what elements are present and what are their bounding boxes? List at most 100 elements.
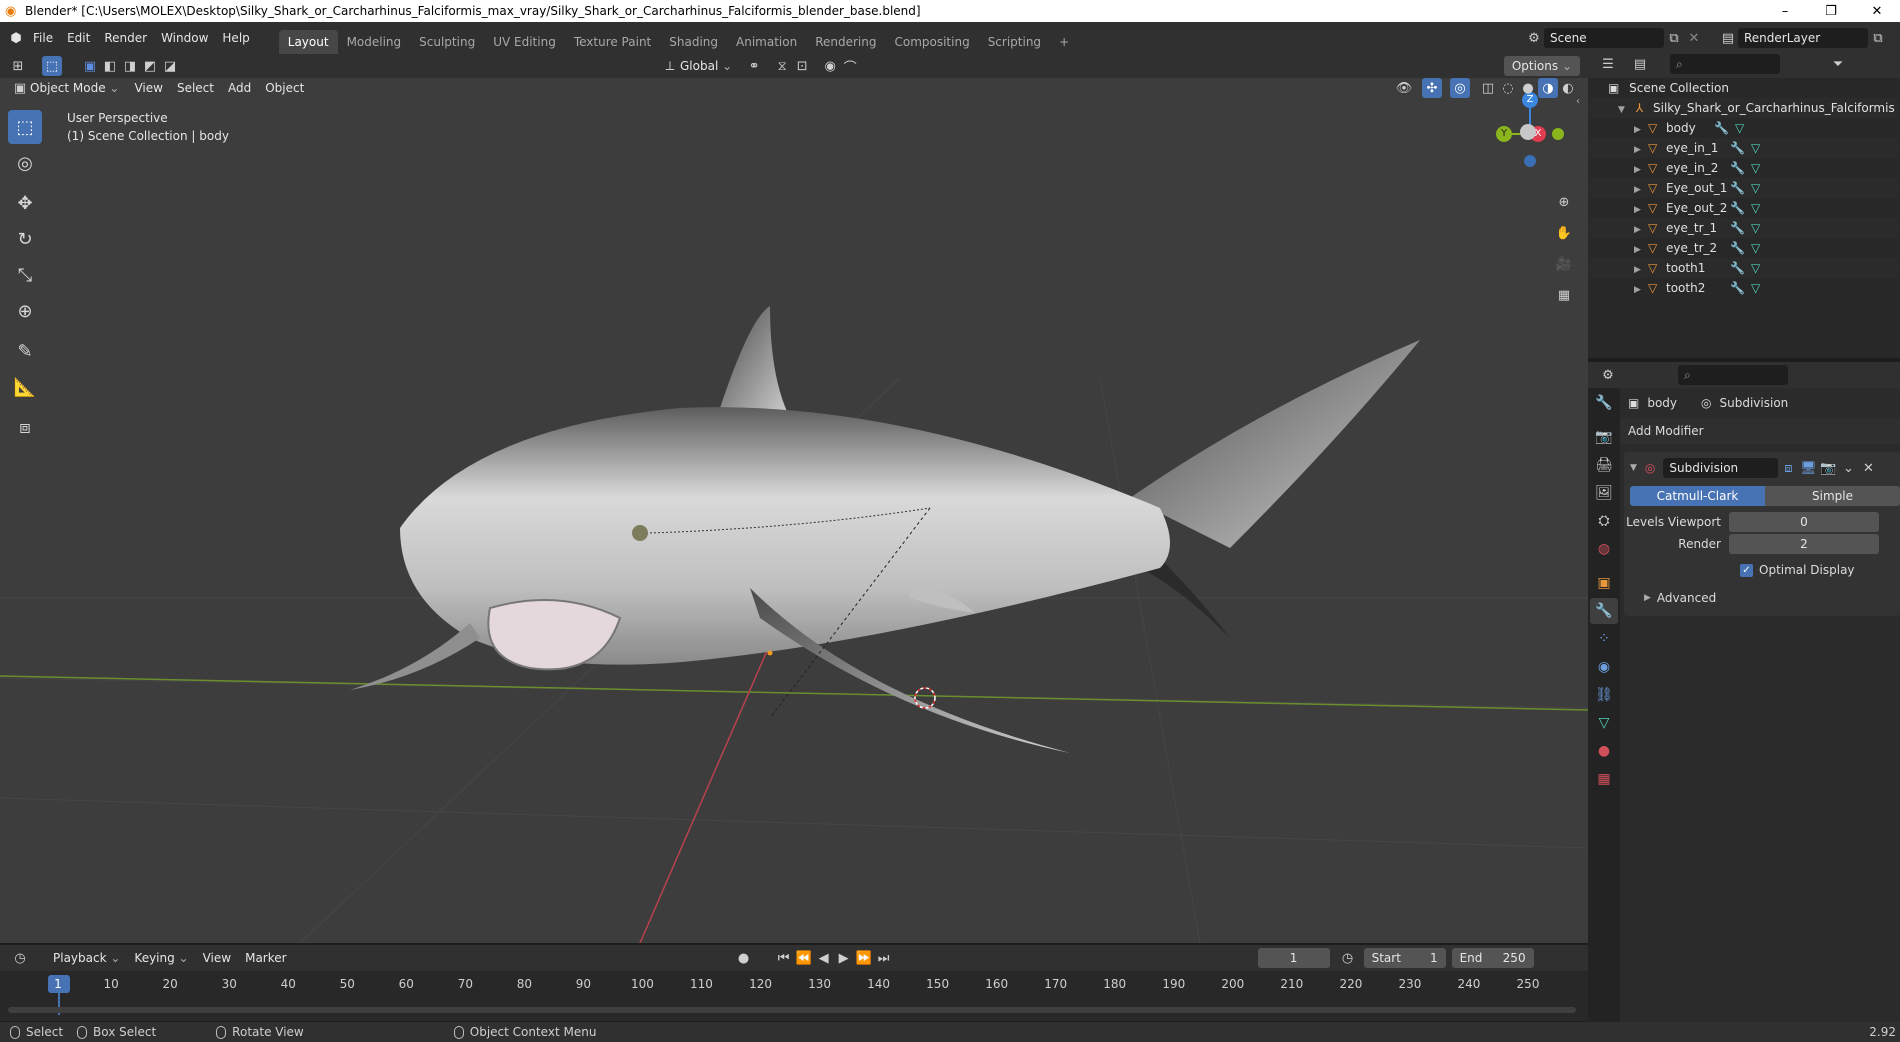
mesh-data-icon[interactable]: ▽ (1751, 181, 1760, 195)
outliner-root[interactable]: ▣ Scene Collection (1588, 78, 1900, 98)
modifier-name-field[interactable]: Subdivision (1663, 458, 1779, 478)
modifier-icon[interactable]: 🔧 (1730, 221, 1745, 235)
record-icon[interactable]: ● (734, 948, 754, 968)
snap-icon[interactable]: ⧖ (772, 56, 792, 76)
tab-rendering[interactable]: Rendering (806, 30, 885, 54)
mesh-data-icon[interactable]: ▽ (1751, 281, 1760, 295)
options-button[interactable]: Options (1503, 56, 1580, 76)
object-tab-icon[interactable]: ▣ (1590, 570, 1618, 596)
menu-marker[interactable]: Marker (238, 945, 293, 971)
menu-edit[interactable]: Edit (60, 22, 97, 54)
view-layer-tab-icon[interactable]: 🖼 (1590, 480, 1618, 506)
outliner-item[interactable]: ▶ ▽ tooth2 🔧 ▽ (1588, 278, 1900, 298)
navigation-gizmo[interactable]: Z Y X (1488, 90, 1568, 175)
mesh-data-icon[interactable]: ▽ (1751, 241, 1760, 255)
menu-timeline-view[interactable]: View (196, 945, 238, 971)
constraints-tab-icon[interactable]: ⛓ (1590, 682, 1618, 708)
orientation-dropdown[interactable]: Global (680, 59, 732, 73)
expand-arrow-icon[interactable]: ▶ (1634, 220, 1648, 240)
expand-arrow-icon[interactable]: ▶ (1634, 240, 1648, 260)
mesh-data-icon[interactable]: ▽ (1735, 121, 1744, 135)
outliner-search-input[interactable]: ⌕ (1670, 54, 1780, 74)
menu-help[interactable]: Help (215, 22, 256, 54)
object-origin[interactable] (767, 650, 773, 656)
solid-shading-icon[interactable]: ● (1518, 78, 1538, 98)
shark-model[interactable] (350, 306, 1420, 753)
select-box-new-icon[interactable]: ▣ (80, 56, 100, 76)
proportional-edit-icon[interactable]: ◉ (820, 56, 840, 76)
particles-tab-icon[interactable]: ⁘ (1590, 626, 1618, 652)
expand-arrow-icon[interactable]: ▶ (1634, 140, 1648, 160)
transform-tool[interactable]: ⊕ (8, 294, 42, 328)
timeline[interactable]: 1 10 20 30 40 50 60 70 80 90 100 110 120 130 140 150 160… (0, 971, 1588, 1021)
wireframe-shading-icon[interactable]: ◌ (1498, 78, 1518, 98)
clock-icon[interactable]: ◷ (1338, 948, 1358, 968)
jump-start-icon[interactable]: ⏮ (774, 948, 794, 968)
expand-arrow-icon[interactable]: ▶ (1634, 120, 1648, 140)
expand-arrow-icon[interactable]: ▶ (1634, 180, 1648, 200)
add-workspace-button[interactable]: + (1050, 30, 1078, 54)
outliner-item[interactable]: ▶ ▽ eye_in_2 🔧 ▽ (1588, 158, 1900, 178)
select-mode-icon[interactable]: ⬚ (42, 56, 62, 76)
tab-shading[interactable]: Shading (660, 30, 727, 54)
outliner-item[interactable]: ▶ ▽ Eye_out_2 🔧 ▽ (1588, 198, 1900, 218)
remove-modifier-icon[interactable]: ✕ (1858, 458, 1878, 478)
scale-tool[interactable]: ⤡ (8, 258, 42, 292)
menu-object[interactable]: Object (258, 78, 311, 98)
restore-button[interactable]: ❐ (1808, 4, 1854, 19)
simple-button[interactable]: Simple (1765, 486, 1900, 506)
properties-search-input[interactable]: ⌕ (1678, 365, 1788, 385)
mesh-data-icon[interactable]: ▽ (1751, 161, 1760, 175)
select-box-tool[interactable]: ⬚ (8, 110, 42, 144)
outliner-item[interactable]: ▶ ▽ tooth1 🔧 ▽ (1588, 258, 1900, 278)
optimal-display-checkbox[interactable]: ✓ (1740, 563, 1753, 577)
modifier-icon[interactable]: 🔧 (1730, 241, 1745, 255)
play-reverse-icon[interactable]: ◀ (814, 948, 834, 968)
tab-texture-paint[interactable]: Texture Paint (565, 30, 660, 54)
move-tool[interactable]: ✥ (8, 186, 42, 220)
jump-end-icon[interactable]: ⏭ (874, 948, 894, 968)
jump-keyframe-back-icon[interactable]: ⏪ (794, 948, 814, 968)
expand-arrow-icon[interactable]: ▶ (1634, 280, 1648, 300)
output-tab-icon[interactable]: 🖨 (1590, 452, 1618, 478)
tab-scripting[interactable]: Scripting (979, 30, 1050, 54)
data-tab-icon[interactable]: ▽ (1590, 710, 1618, 736)
menu-playback[interactable]: Playback (46, 945, 127, 971)
menu-select[interactable]: Select (170, 78, 221, 98)
modifier-icon[interactable]: 🔧 (1730, 161, 1745, 175)
object-mode-dropdown[interactable]: Object Mode (30, 81, 119, 95)
perspective-toggle-icon[interactable]: ▦ (1550, 281, 1578, 309)
pan-hand-icon[interactable]: ✋ (1550, 219, 1578, 247)
scene-tab-icon[interactable]: ⛭ (1590, 508, 1618, 534)
blender-menu-icon[interactable]: ⬢ (6, 28, 26, 48)
world-tab-icon[interactable]: ◍ (1590, 536, 1618, 562)
mesh-data-icon[interactable]: ▽ (1751, 221, 1760, 235)
expand-arrow-icon[interactable]: ▶ (1634, 260, 1648, 280)
tab-layout[interactable]: Layout (278, 30, 338, 54)
timeline-scrollbar[interactable] (8, 1007, 1576, 1013)
zoom-icon[interactable]: ⊕ (1550, 188, 1578, 216)
physics-tab-icon[interactable]: ◉ (1590, 654, 1618, 680)
visibility-icon[interactable]: 👁 (1394, 78, 1414, 98)
outliner-item[interactable]: ▶ ▽ Eye_out_1 🔧 ▽ (1588, 178, 1900, 198)
menu-file[interactable]: File (26, 22, 60, 54)
menu-keying[interactable]: Keying (127, 945, 195, 971)
scene-field[interactable]: Scene (1544, 28, 1664, 48)
add-cube-tool[interactable]: ⧈ (8, 410, 42, 444)
pivot-icon[interactable]: ⚭ (744, 56, 764, 76)
mesh-data-icon[interactable]: ▽ (1751, 201, 1760, 215)
tab-modeling[interactable]: Modeling (338, 30, 411, 54)
advanced-subpanel[interactable]: ▶ Advanced (1624, 588, 1900, 608)
material-shading-icon[interactable]: ◑ (1538, 78, 1558, 98)
tab-compositing[interactable]: Compositing (885, 30, 978, 54)
new-scene-icon[interactable]: ⧉ (1664, 28, 1684, 48)
filter-icon[interactable]: ⏷ (1828, 54, 1848, 74)
select-box-invert-icon[interactable]: ◩ (140, 56, 160, 76)
current-frame-field[interactable]: 1 (1257, 948, 1330, 968)
outliner-item[interactable]: ▶ ▽ body 🔧 ▽ (1588, 118, 1900, 138)
modifier-icon[interactable]: 🔧 (1714, 121, 1729, 135)
select-box-intersect-icon[interactable]: ◪ (160, 56, 180, 76)
levels-viewport-field[interactable]: 0 (1729, 512, 1879, 532)
menu-add[interactable]: Add (221, 78, 258, 98)
tab-uv-editing[interactable]: UV Editing (484, 30, 565, 54)
